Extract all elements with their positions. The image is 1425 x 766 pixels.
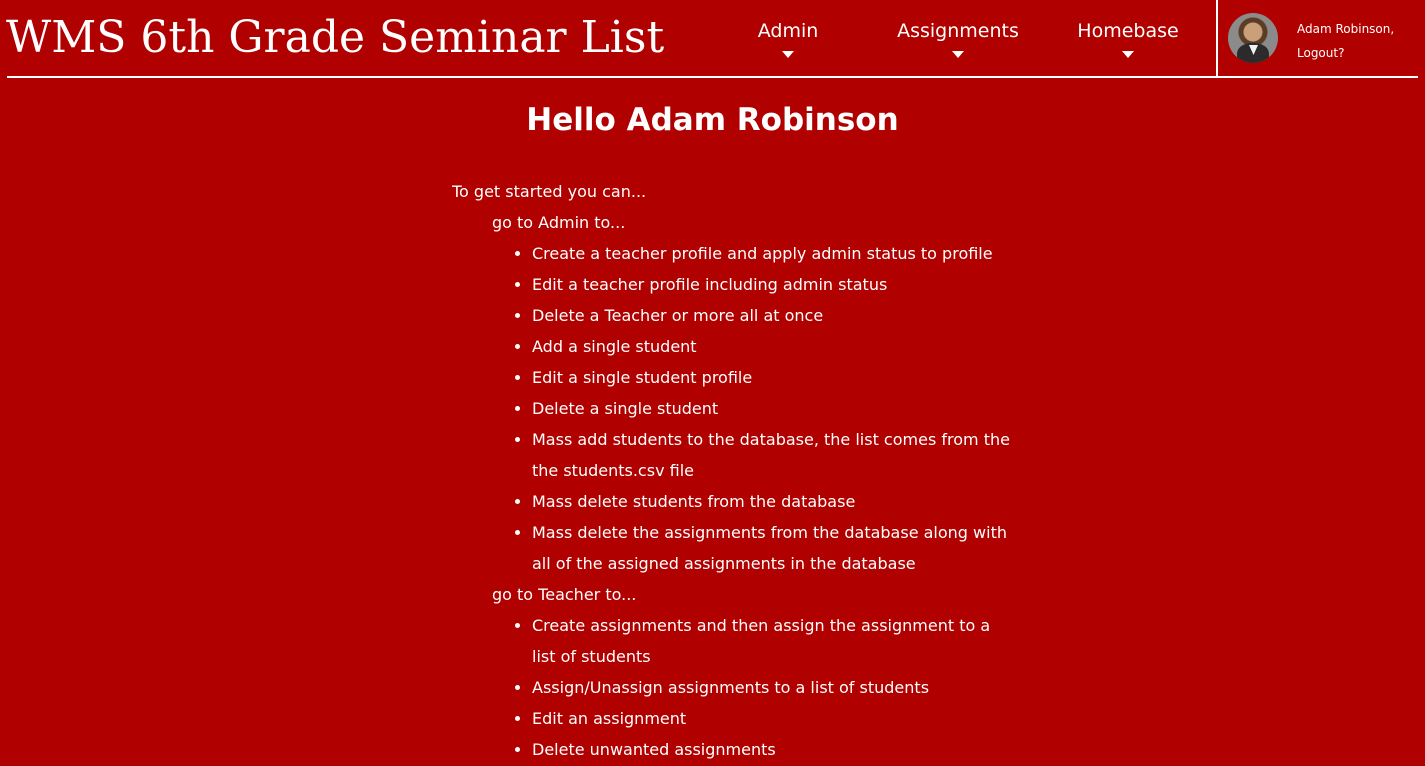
caret-down-icon: [1122, 51, 1134, 58]
page-title: Hello Adam Robinson: [526, 102, 899, 138]
user-name: Adam Robinson,: [1297, 22, 1395, 36]
list-item: Create assignments and then assign the a…: [532, 610, 1012, 672]
user-divider: [1216, 0, 1218, 77]
nav-assignments-label: Assignments: [897, 20, 1019, 42]
nav-homebase-label: Homebase: [1077, 20, 1179, 42]
list-item: Edit a teacher profile including admin s…: [532, 269, 1012, 300]
list-item: Delete a single student: [532, 393, 1012, 424]
admin-task-list: Create a teacher profile and apply admin…: [452, 238, 1012, 579]
teacher-section-heading: go to Teacher to...: [492, 585, 637, 604]
site-title[interactable]: WMS 6th Grade Seminar List: [6, 10, 664, 66]
list-item: Delete unwanted assignments: [532, 734, 1012, 765]
avatar: [1228, 13, 1278, 63]
site-header: WMS 6th Grade Seminar List Admin Assignm…: [0, 0, 1425, 78]
nav-admin-label: Admin: [757, 20, 819, 42]
list-item: Edit an assignment: [532, 703, 1012, 734]
header-divider: [7, 76, 1418, 78]
list-item: Add a single student: [532, 331, 1012, 362]
list-item: Mass add students to the database, the l…: [532, 424, 1012, 486]
list-item: Edit a single student profile: [532, 362, 1012, 393]
teacher-task-list: Create assignments and then assign the a…: [452, 610, 1012, 765]
list-item: Mass delete students from the database: [532, 486, 1012, 517]
caret-down-icon: [782, 51, 794, 58]
nav-assignments[interactable]: Assignments: [888, 16, 1028, 66]
nav-homebase[interactable]: Homebase: [1070, 16, 1186, 66]
intro-text: To get started you can...: [452, 182, 647, 201]
list-item: Create a teacher profile and apply admin…: [532, 238, 1012, 269]
logout-link[interactable]: Logout?: [1297, 41, 1417, 65]
caret-down-icon: [952, 51, 964, 58]
getting-started: To get started you can... go to Admin to…: [452, 176, 1012, 765]
list-item: Delete a Teacher or more all at once: [532, 300, 1012, 331]
nav-admin[interactable]: Admin: [748, 16, 828, 66]
admin-section-heading: go to Admin to...: [492, 213, 626, 232]
user-box: Adam Robinson, Logout?: [1297, 17, 1417, 65]
list-item: Mass delete the assignments from the dat…: [532, 517, 1012, 579]
list-item: Assign/Unassign assignments to a list of…: [532, 672, 1012, 703]
